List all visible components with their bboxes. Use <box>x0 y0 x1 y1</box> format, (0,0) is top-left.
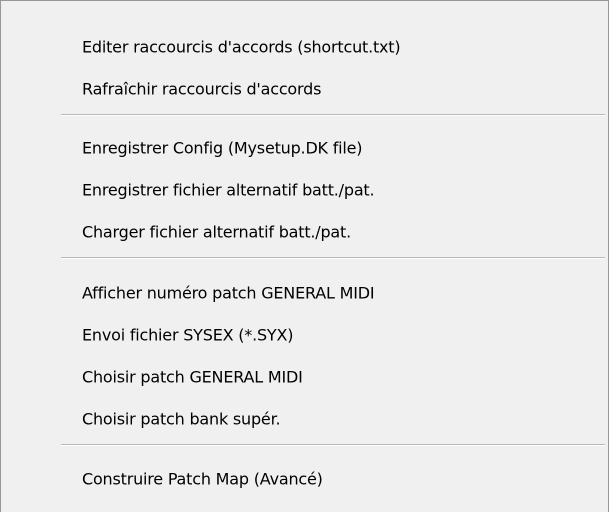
menu-item-choose-upper-bank-patch[interactable]: Choisir patch bank supér. <box>57 402 605 436</box>
menu-item-label: Enregistrer Config (Mysetup.DK file) <box>82 138 363 158</box>
menu-item-choose-gm-patch[interactable]: Choisir patch GENERAL MIDI <box>57 360 605 394</box>
menu-item-label: Choisir patch GENERAL MIDI <box>82 367 303 387</box>
menu-item-label: Editer raccourcis d'accords (shortcut.tx… <box>82 37 401 57</box>
menu-item-save-config[interactable]: Enregistrer Config (Mysetup.DK file) <box>57 131 605 165</box>
menu-item-send-sysex-file[interactable]: Envoi fichier SYSEX (*.SYX) <box>57 318 605 352</box>
menu-separator <box>61 444 605 446</box>
menu-icon-gutter <box>1 1 55 512</box>
menu-item-label: Charger fichier alternatif batt./pat. <box>82 222 351 242</box>
menu-separator <box>61 257 605 259</box>
menu-item-label: Rafraîchir raccourcis d'accords <box>82 79 322 99</box>
menu-item-edit-chord-shortcuts[interactable]: Editer raccourcis d'accords (shortcut.tx… <box>57 30 605 64</box>
menu-item-label: Envoi fichier SYSEX (*.SYX) <box>82 325 294 345</box>
menu-separator <box>61 114 605 116</box>
menu-item-show-gm-patch-number[interactable]: Afficher numéro patch GENERAL MIDI <box>57 276 605 310</box>
menu-item-label: Construire Patch Map (Avancé) <box>82 469 323 489</box>
menu-item-refresh-chord-shortcuts[interactable]: Rafraîchir raccourcis d'accords <box>57 72 605 106</box>
menu-item-label: Afficher numéro patch GENERAL MIDI <box>82 283 375 303</box>
menu-item-label: Choisir patch bank supér. <box>82 409 281 429</box>
menu-item-save-alt-drum-file[interactable]: Enregistrer fichier alternatif batt./pat… <box>57 173 605 207</box>
menu-item-load-alt-drum-file[interactable]: Charger fichier alternatif batt./pat. <box>57 215 605 249</box>
menu-item-build-patch-map[interactable]: Construire Patch Map (Avancé) <box>57 462 605 496</box>
menu-item-label: Enregistrer fichier alternatif batt./pat… <box>82 180 375 200</box>
context-menu: Editer raccourcis d'accords (shortcut.tx… <box>0 0 609 512</box>
